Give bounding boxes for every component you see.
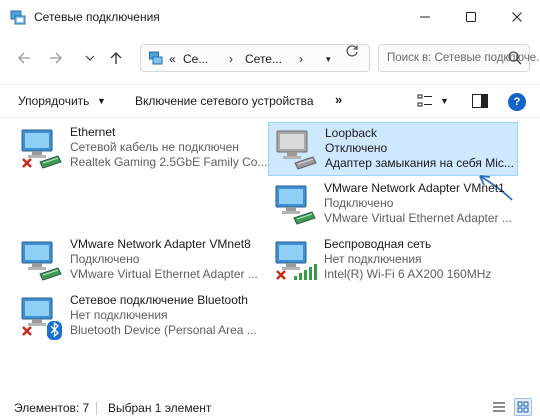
status-divider: [96, 402, 97, 415]
connection-device: VMware Virtual Ethernet Adapter ...: [324, 211, 512, 225]
chevron-down-icon: [85, 55, 95, 61]
command-bar: Упорядочить ▼ Включение сетевого устройс…: [0, 84, 540, 118]
connection-status: Отключено: [325, 141, 388, 155]
back-button[interactable]: [12, 46, 36, 70]
arrow-right-icon: [50, 52, 62, 64]
connection-item-ethernet[interactable]: Ethernet Сетевой кабель не подключен Rea…: [14, 122, 268, 174]
maximize-icon: [466, 12, 476, 22]
connection-name: Сетевое подключение Bluetooth: [70, 293, 248, 307]
window-title: Сетевые подключения: [34, 10, 160, 24]
connection-device: Bluetooth Device (Personal Area ...: [70, 323, 257, 337]
search-field[interactable]: Поиск в: Сетевые подключе...: [378, 44, 540, 72]
connections-list: Ethernet Сетевой кабель не подключен Rea…: [0, 118, 540, 390]
connection-device: Intel(R) Wi-Fi 6 AX200 160MHz: [324, 267, 492, 281]
close-button[interactable]: [494, 0, 540, 34]
change-view-icon[interactable]: [417, 93, 433, 109]
connection-name: VMware Network Adapter VMnet8: [70, 237, 251, 251]
connection-device: Realtek Gaming 2.5GbE Family Co...: [70, 155, 268, 169]
arrow-up-icon: [110, 52, 122, 64]
close-icon: [512, 12, 522, 22]
address-dropdown-icon[interactable]: ▾: [326, 54, 331, 65]
wireless-adapter-icon: [275, 241, 317, 280]
tiles-view-icon: [517, 401, 529, 413]
connection-status: Подключено: [324, 196, 394, 210]
search-icon: [508, 51, 522, 65]
connection-name: Ethernet: [70, 125, 116, 139]
item-count: Элементов: 7: [14, 401, 90, 415]
network-adapter-icon: [21, 241, 62, 281]
tiles-view-button[interactable]: [514, 398, 532, 416]
connection-name: Беспроводная сеть: [324, 237, 432, 251]
network-connections-app-icon: [10, 10, 26, 25]
enable-device-button[interactable]: Включение сетевого устройства: [135, 94, 314, 108]
minimize-button[interactable]: [402, 0, 448, 34]
address-prefix[interactable]: «: [169, 52, 176, 66]
connection-item-vmnet8[interactable]: VMware Network Adapter VMnet8 Подключено…: [14, 234, 264, 286]
chevron-down-icon[interactable]: ▼: [97, 96, 106, 106]
breadcrumb-control-panel[interactable]: Се...: [183, 52, 208, 66]
more-commands-button[interactable]: »: [335, 92, 342, 107]
arrow-left-icon: [18, 52, 30, 64]
minimize-icon: [420, 16, 430, 18]
network-adapter-icon: [21, 129, 62, 169]
refresh-icon: [346, 45, 358, 57]
refresh-button[interactable]: [345, 44, 359, 61]
up-button[interactable]: [104, 46, 128, 70]
connection-device: VMware Virtual Ethernet Adapter ...: [70, 267, 258, 281]
connection-status: Подключено: [70, 252, 140, 266]
maximize-button[interactable]: [448, 0, 494, 34]
status-bar: Элементов: 7 Выбран 1 элемент: [0, 396, 540, 420]
chevron-down-icon[interactable]: ▼: [440, 96, 449, 106]
title-bar: Сетевые подключения: [0, 0, 540, 34]
connection-item-vmnet1[interactable]: VMware Network Adapter VMnet1 Подключено…: [268, 178, 518, 230]
navigation-bar: « Се... › Сете... › ▾ Поиск в: Сетевые п…: [0, 38, 540, 78]
selected-count: Выбран 1 элемент: [108, 401, 212, 415]
details-view-icon[interactable]: [492, 400, 506, 414]
bluetooth-adapter-icon: [21, 297, 62, 340]
connection-name: VMware Network Adapter VMnet1: [324, 181, 505, 195]
network-adapter-icon: [275, 185, 316, 225]
breadcrumb-separator-icon: ›: [299, 52, 303, 66]
network-connections-icon: [149, 51, 163, 65]
network-adapter-disabled-icon: [276, 130, 317, 170]
connection-status: Нет подключения: [324, 252, 422, 266]
connection-status: Нет подключения: [70, 308, 168, 322]
address-bar[interactable]: « Се... › Сете... › ▾: [140, 44, 370, 72]
connection-item-bluetooth[interactable]: Сетевое подключение Bluetooth Нет подклю…: [14, 290, 264, 342]
recent-locations-button[interactable]: [78, 46, 102, 70]
forward-button[interactable]: [44, 46, 68, 70]
breadcrumb-separator-icon: ›: [229, 52, 233, 66]
connection-status: Сетевой кабель не подключен: [70, 140, 239, 154]
organize-menu-button[interactable]: Упорядочить: [18, 94, 89, 108]
preview-pane-button[interactable]: [472, 94, 488, 108]
help-button[interactable]: ?: [508, 93, 526, 111]
connection-item-wireless[interactable]: Беспроводная сеть Нет подключения Intel(…: [268, 234, 518, 286]
breadcrumb-network[interactable]: Сете...: [245, 52, 282, 66]
connection-name: Loopback: [325, 126, 378, 140]
